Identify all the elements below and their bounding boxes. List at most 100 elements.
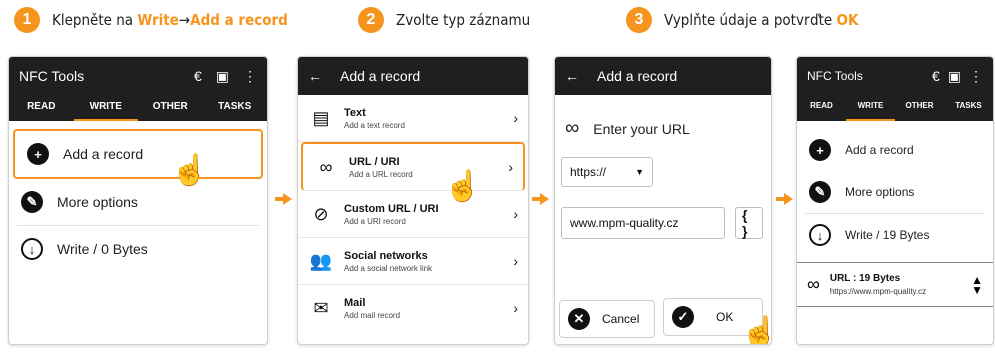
- record-subtitle: Add a URL record: [349, 169, 413, 179]
- more-vert-icon[interactable]: ⋮: [243, 68, 257, 85]
- tab-write[interactable]: WRITE: [73, 95, 138, 121]
- nfc-icon[interactable]: €: [932, 68, 940, 84]
- download-icon: ↓: [809, 224, 831, 246]
- panel-nfc-tools-write: NFC Tools € ▣ ⋮ READ WRITE OTHER TASKS +…: [8, 56, 268, 345]
- step-1-number: 1: [14, 7, 40, 33]
- screen-title: Add a record: [340, 68, 421, 84]
- app-title: NFC Tools: [19, 68, 85, 84]
- record-title: Text: [344, 106, 366, 119]
- step-3-ok: OK: [836, 11, 859, 29]
- plus-icon: +: [809, 139, 831, 161]
- add-record-item[interactable]: + Add a record: [13, 129, 263, 179]
- record-title: URL : 19 Bytes: [829, 273, 901, 284]
- chevron-right-icon: ›: [513, 253, 518, 269]
- tab-bar: READ WRITE OTHER TASKS: [9, 95, 267, 121]
- step-2-text: Zvolte typ záznamu: [396, 11, 531, 29]
- step-1-heading: 1 Klepněte na Write→Add a record: [14, 4, 288, 36]
- cancel-button[interactable]: ✕ Cancel: [559, 300, 655, 338]
- record-custom-url[interactable]: ⊘ Custom URL / URI Add a URI record ›: [298, 191, 528, 238]
- scheme-select[interactable]: https:// ▼: [561, 157, 653, 187]
- more-options-item[interactable]: ✎ More options: [797, 171, 993, 213]
- tab-other[interactable]: OTHER: [138, 95, 203, 121]
- chevron-right-icon: ›: [513, 300, 518, 316]
- more-options-item[interactable]: ✎ More options: [9, 179, 267, 225]
- step-1-arrow: →: [178, 11, 191, 29]
- braces-icon: { }: [742, 207, 748, 239]
- plus-icon: +: [27, 143, 49, 165]
- cancel-label: Cancel: [602, 312, 640, 326]
- add-record-label: Add a record: [63, 146, 144, 162]
- app-bar: ← Add a record: [298, 57, 528, 95]
- arrow-right-icon: [275, 193, 292, 205]
- download-icon: ↓: [21, 238, 43, 260]
- record-mail[interactable]: ✉ Mail Add mail record ›: [298, 285, 528, 331]
- add-record-item[interactable]: + Add a record: [797, 129, 993, 171]
- chevron-right-icon: ›: [513, 206, 518, 222]
- tap-hand-icon: ☝: [444, 170, 482, 203]
- step-3-heading: 3 Vyplňte údaje a potvrďte OK: [626, 4, 858, 36]
- record-text[interactable]: ▤ Text Add a text record ›: [298, 95, 528, 142]
- step-1-add-record: Add a record: [190, 11, 288, 29]
- tab-tasks[interactable]: TASKS: [944, 95, 993, 121]
- mail-icon: ✉: [313, 297, 329, 318]
- record-social[interactable]: 👥 Social networks Add a social network li…: [298, 238, 528, 285]
- tab-read[interactable]: READ: [797, 95, 846, 121]
- record-subtitle: Add mail record: [344, 310, 401, 320]
- screen-title: Add a record: [597, 68, 678, 84]
- step-2-heading: 2 Zvolte typ záznamu: [358, 4, 530, 36]
- chevron-right-icon: ›: [508, 159, 513, 175]
- app-bar: NFC Tools € ▣ ⋮: [797, 57, 993, 95]
- add-record-label: Add a record: [845, 143, 914, 157]
- arrow-right-icon: [532, 193, 549, 205]
- panel-enter-url: ← Add a record ∞ Enter your URL https://…: [554, 56, 772, 345]
- write-label: Write / 19 Bytes: [845, 228, 930, 242]
- clipboard-icon[interactable]: ▣: [948, 68, 961, 85]
- clipboard-icon[interactable]: ▣: [216, 68, 229, 85]
- record-subtitle: Add a social network link: [344, 263, 433, 273]
- panel-add-record-list: ← Add a record ▤ Text Add a text record ›…: [297, 56, 529, 345]
- write-item[interactable]: ↓ Write / 0 Bytes: [9, 226, 267, 272]
- tap-hand-icon: ☝: [741, 315, 771, 344]
- app-bar: NFC Tools € ▣ ⋮: [9, 57, 267, 95]
- step-3-text: Vyplňte údaje a potvrďte: [664, 11, 837, 29]
- write-label: Write / 0 Bytes: [57, 241, 148, 257]
- app-title: NFC Tools: [807, 69, 863, 83]
- app-bar: ← Add a record: [555, 57, 771, 95]
- dropdown-icon: ▼: [635, 167, 644, 177]
- step-3-number: 3: [626, 7, 652, 33]
- more-vert-icon[interactable]: ⋮: [969, 68, 983, 85]
- close-icon: ✕: [568, 308, 590, 330]
- wrench-icon: ✎: [21, 191, 43, 213]
- wrench-icon: ✎: [809, 181, 831, 203]
- document-icon: ▤: [312, 107, 330, 128]
- arrow-right-icon: [776, 193, 793, 205]
- step-1-text: Klepněte na: [52, 11, 138, 29]
- url-heading-label: Enter your URL: [593, 120, 690, 137]
- write-item[interactable]: ↓ Write / 19 Bytes: [797, 214, 993, 256]
- tab-read[interactable]: READ: [9, 95, 74, 121]
- url-input[interactable]: www.mpm-quality.cz: [561, 207, 725, 239]
- ok-label: OK: [716, 310, 734, 324]
- tab-write[interactable]: WRITE: [846, 95, 895, 121]
- nfc-icon[interactable]: €: [194, 68, 202, 84]
- tap-hand-icon: ☝: [171, 154, 209, 187]
- chevron-right-icon: ›: [513, 110, 518, 126]
- record-title: Custom URL / URI: [344, 202, 439, 215]
- check-icon: ✓: [672, 306, 694, 328]
- panel-nfc-tools-result: NFC Tools € ▣ ⋮ READ WRITE OTHER TASKS +…: [796, 56, 994, 345]
- record-url[interactable]: ∞ URL / URI Add a URL record ›: [301, 142, 525, 191]
- record-divider: [797, 306, 993, 307]
- more-options-label: More options: [57, 194, 138, 210]
- step-1-write: Write: [137, 11, 179, 29]
- back-arrow-icon[interactable]: ←: [308, 68, 322, 84]
- tab-tasks[interactable]: TASKS: [203, 95, 268, 121]
- link-icon: ∞: [807, 274, 820, 294]
- variables-button[interactable]: { }: [735, 207, 763, 239]
- scheme-value: https://: [570, 165, 607, 179]
- record-title: Social networks: [344, 249, 428, 262]
- tab-other[interactable]: OTHER: [895, 95, 944, 121]
- url-record-item[interactable]: ∞ URL : 19 Bytes https://www.mpm-quality…: [797, 263, 993, 306]
- reorder-handle-icon[interactable]: ▲ ▼: [971, 274, 983, 296]
- back-arrow-icon[interactable]: ←: [565, 68, 579, 84]
- link-icon: ∞: [319, 156, 333, 177]
